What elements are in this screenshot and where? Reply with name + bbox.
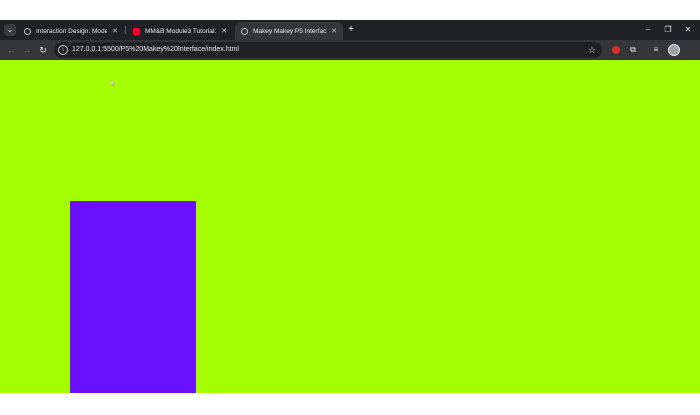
maximize-button[interactable]: ❐ xyxy=(661,23,675,37)
tab-makey-makey-interface[interactable]: Makey Makey P5 Interface ✕ xyxy=(235,22,343,40)
extensions-puzzle-icon[interactable]: ⧉ xyxy=(626,43,640,57)
youtube-icon xyxy=(133,27,140,35)
tab-title: Makey Makey P5 Interface xyxy=(253,27,327,35)
close-icon[interactable]: ✕ xyxy=(331,27,337,35)
close-window-button[interactable]: ✕ xyxy=(681,23,695,37)
tab-search-icon[interactable]: ⌄ xyxy=(4,24,16,36)
page-canvas[interactable] xyxy=(0,60,700,393)
close-icon[interactable]: ✕ xyxy=(221,27,227,35)
tab-interaction-design[interactable]: Interaction Design: Modelling ✕ xyxy=(18,22,124,40)
site-info-icon[interactable]: i xyxy=(58,45,68,55)
tab-divider xyxy=(125,26,126,34)
bookmark-star-icon[interactable]: ☆ xyxy=(588,42,596,58)
browser-toolbar: ← → ↻ i 127.0.0.1:5500/P5%20Makey%20Inte… xyxy=(0,40,700,60)
tab-title: Interaction Design: Modelling xyxy=(36,27,108,35)
purple-rectangle xyxy=(70,201,196,393)
recording-extension-icon[interactable] xyxy=(609,43,623,57)
tab-tutorial-video[interactable]: MM&B Module3 Tutorial1 - Yo ✕ xyxy=(127,22,233,40)
tab-title: MM&B Module3 Tutorial1 - Yo xyxy=(145,27,217,35)
reload-button[interactable]: ↻ xyxy=(36,43,50,57)
globe-icon xyxy=(24,27,31,35)
tab-strip: ⌄ Interaction Design: Modelling ✕ MM&B M… xyxy=(0,20,700,40)
browser-window: ⌄ Interaction Design: Modelling ✕ MM&B M… xyxy=(0,20,700,393)
media-controls-icon[interactable]: ≡ xyxy=(649,43,663,57)
close-icon[interactable]: ✕ xyxy=(112,27,118,35)
minimize-button[interactable]: – xyxy=(641,23,655,37)
back-button[interactable]: ← xyxy=(4,43,18,57)
mouse-cursor-icon xyxy=(111,80,116,86)
new-tab-button[interactable]: + xyxy=(345,23,357,37)
profile-avatar[interactable] xyxy=(668,44,680,56)
url-text[interactable]: 127.0.0.1:5500/P5%20Makey%20Interface/in… xyxy=(72,42,239,58)
globe-icon xyxy=(241,27,248,35)
forward-button[interactable]: → xyxy=(20,43,34,57)
address-bar[interactable]: i 127.0.0.1:5500/P5%20Makey%20Interface/… xyxy=(54,42,602,58)
